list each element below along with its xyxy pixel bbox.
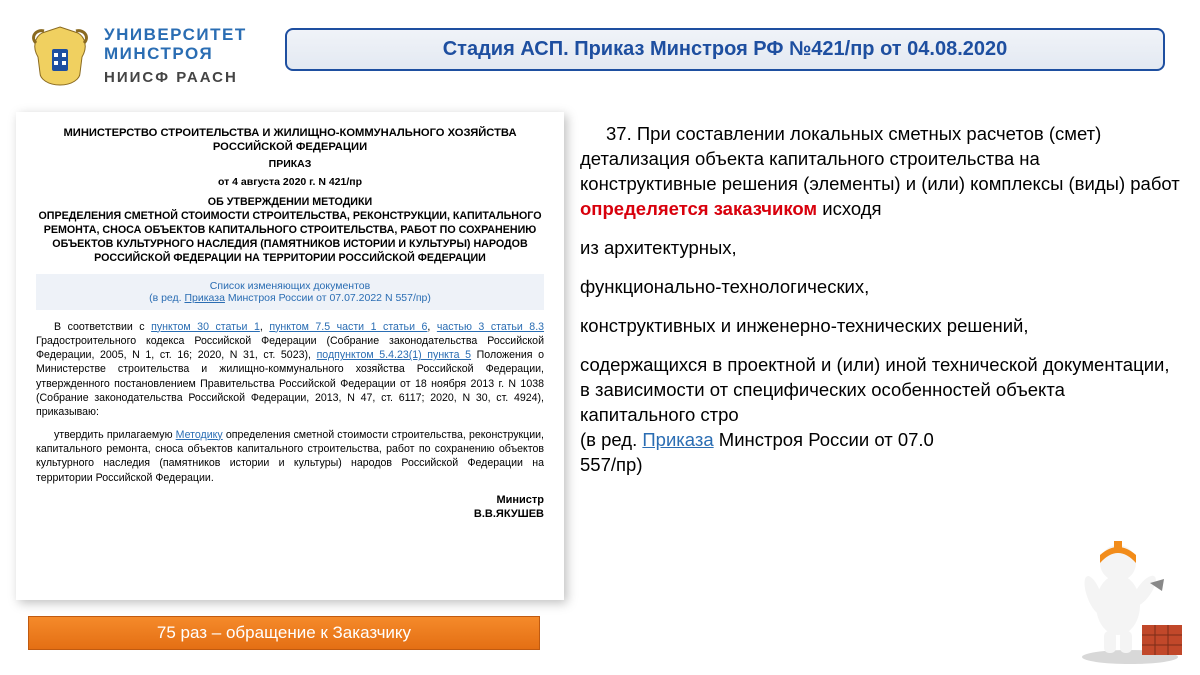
- doc-paragraph-1: В соответствии с пунктом 30 статьи 1, пу…: [36, 320, 544, 420]
- highlight-bar: 75 раз – обращение к Заказчику: [28, 616, 540, 650]
- main-para-3: функционально-технологических,: [580, 275, 1180, 300]
- highlight-text: 75 раз – обращение к Заказчику: [157, 623, 411, 643]
- document-preview: МИНИСТЕРСТВО СТРОИТЕЛЬСТВА И ЖИЛИЩНО-КОМ…: [16, 112, 564, 600]
- changes-box: Список изменяющих документов (в ред. При…: [36, 274, 544, 310]
- signature-block: Министр В.В.ЯКУШЕВ: [36, 493, 544, 522]
- order-date: от 4 августа 2020 г. N 421/пр: [36, 176, 544, 188]
- changes-line: (в ред. Приказа Минстроя России от 07.07…: [42, 292, 538, 304]
- signature-name: В.В.ЯКУШЕВ: [474, 508, 544, 520]
- university-name-2: МИНСТРОЯ: [104, 45, 247, 64]
- signature-role: Министр: [496, 494, 544, 506]
- main-para-2: из архитектурных,: [580, 236, 1180, 261]
- order-word: ПРИКАЗ: [36, 158, 544, 170]
- ref-link-order[interactable]: Приказа: [642, 429, 713, 450]
- mascot-icon: [1060, 525, 1190, 665]
- about-title: ОБ УТВЕРЖДЕНИИ МЕТОДИКИ ОПРЕДЕЛЕНИЯ СМЕТ…: [36, 196, 544, 266]
- red-emphasis: определяется заказчиком: [580, 198, 817, 219]
- ref-link-3[interactable]: частью 3 статьи 8.3: [437, 321, 544, 333]
- ref-link-method[interactable]: Методику: [176, 429, 223, 441]
- logo-block: УНИВЕРСИТЕТ МИНСТРОЯ НИИСФ РААСН: [30, 25, 247, 87]
- main-para-4: конструктивных и инженерно-технических р…: [580, 314, 1180, 339]
- doc-paragraph-2: утвердить прилагаемую Методику определен…: [36, 428, 544, 485]
- ref-link-2[interactable]: пунктом 7.5 части 1 статьи 6: [269, 321, 427, 333]
- about-line-2: ОПРЕДЕЛЕНИЯ СМЕТНОЙ СТОИМОСТИ СТРОИТЕЛЬС…: [38, 210, 541, 264]
- page-title: Стадия АСП. Приказ Минстроя РФ №421/пр о…: [285, 28, 1165, 71]
- changes-caption: Список изменяющих документов: [42, 280, 538, 292]
- institute-name: НИИСФ РААСН: [104, 69, 247, 86]
- university-name-1: УНИВЕРСИТЕТ: [104, 26, 247, 45]
- ministry-name: МИНИСТЕРСТВО СТРОИТЕЛЬСТВА И ЖИЛИЩНО-КОМ…: [36, 126, 544, 154]
- main-para-5: содержащихся в проектной и (или) иной те…: [580, 353, 1180, 478]
- ref-link-1[interactable]: пунктом 30 статьи 1: [151, 321, 260, 333]
- changes-link[interactable]: Приказа: [184, 292, 224, 304]
- main-text: 37. При составлении локальных сметных ра…: [580, 122, 1180, 492]
- logo-text: УНИВЕРСИТЕТ МИНСТРОЯ НИИСФ РААСН: [104, 26, 247, 86]
- emblem-icon: [30, 25, 90, 87]
- main-para-1: 37. При составлении локальных сметных ра…: [580, 122, 1180, 222]
- title-text: Стадия АСП. Приказ Минстроя РФ №421/пр о…: [443, 38, 1008, 60]
- ref-link-4[interactable]: подпунктом 5.4.23(1) пункта 5: [317, 349, 472, 361]
- about-line-1: ОБ УТВЕРЖДЕНИИ МЕТОДИКИ: [208, 196, 372, 208]
